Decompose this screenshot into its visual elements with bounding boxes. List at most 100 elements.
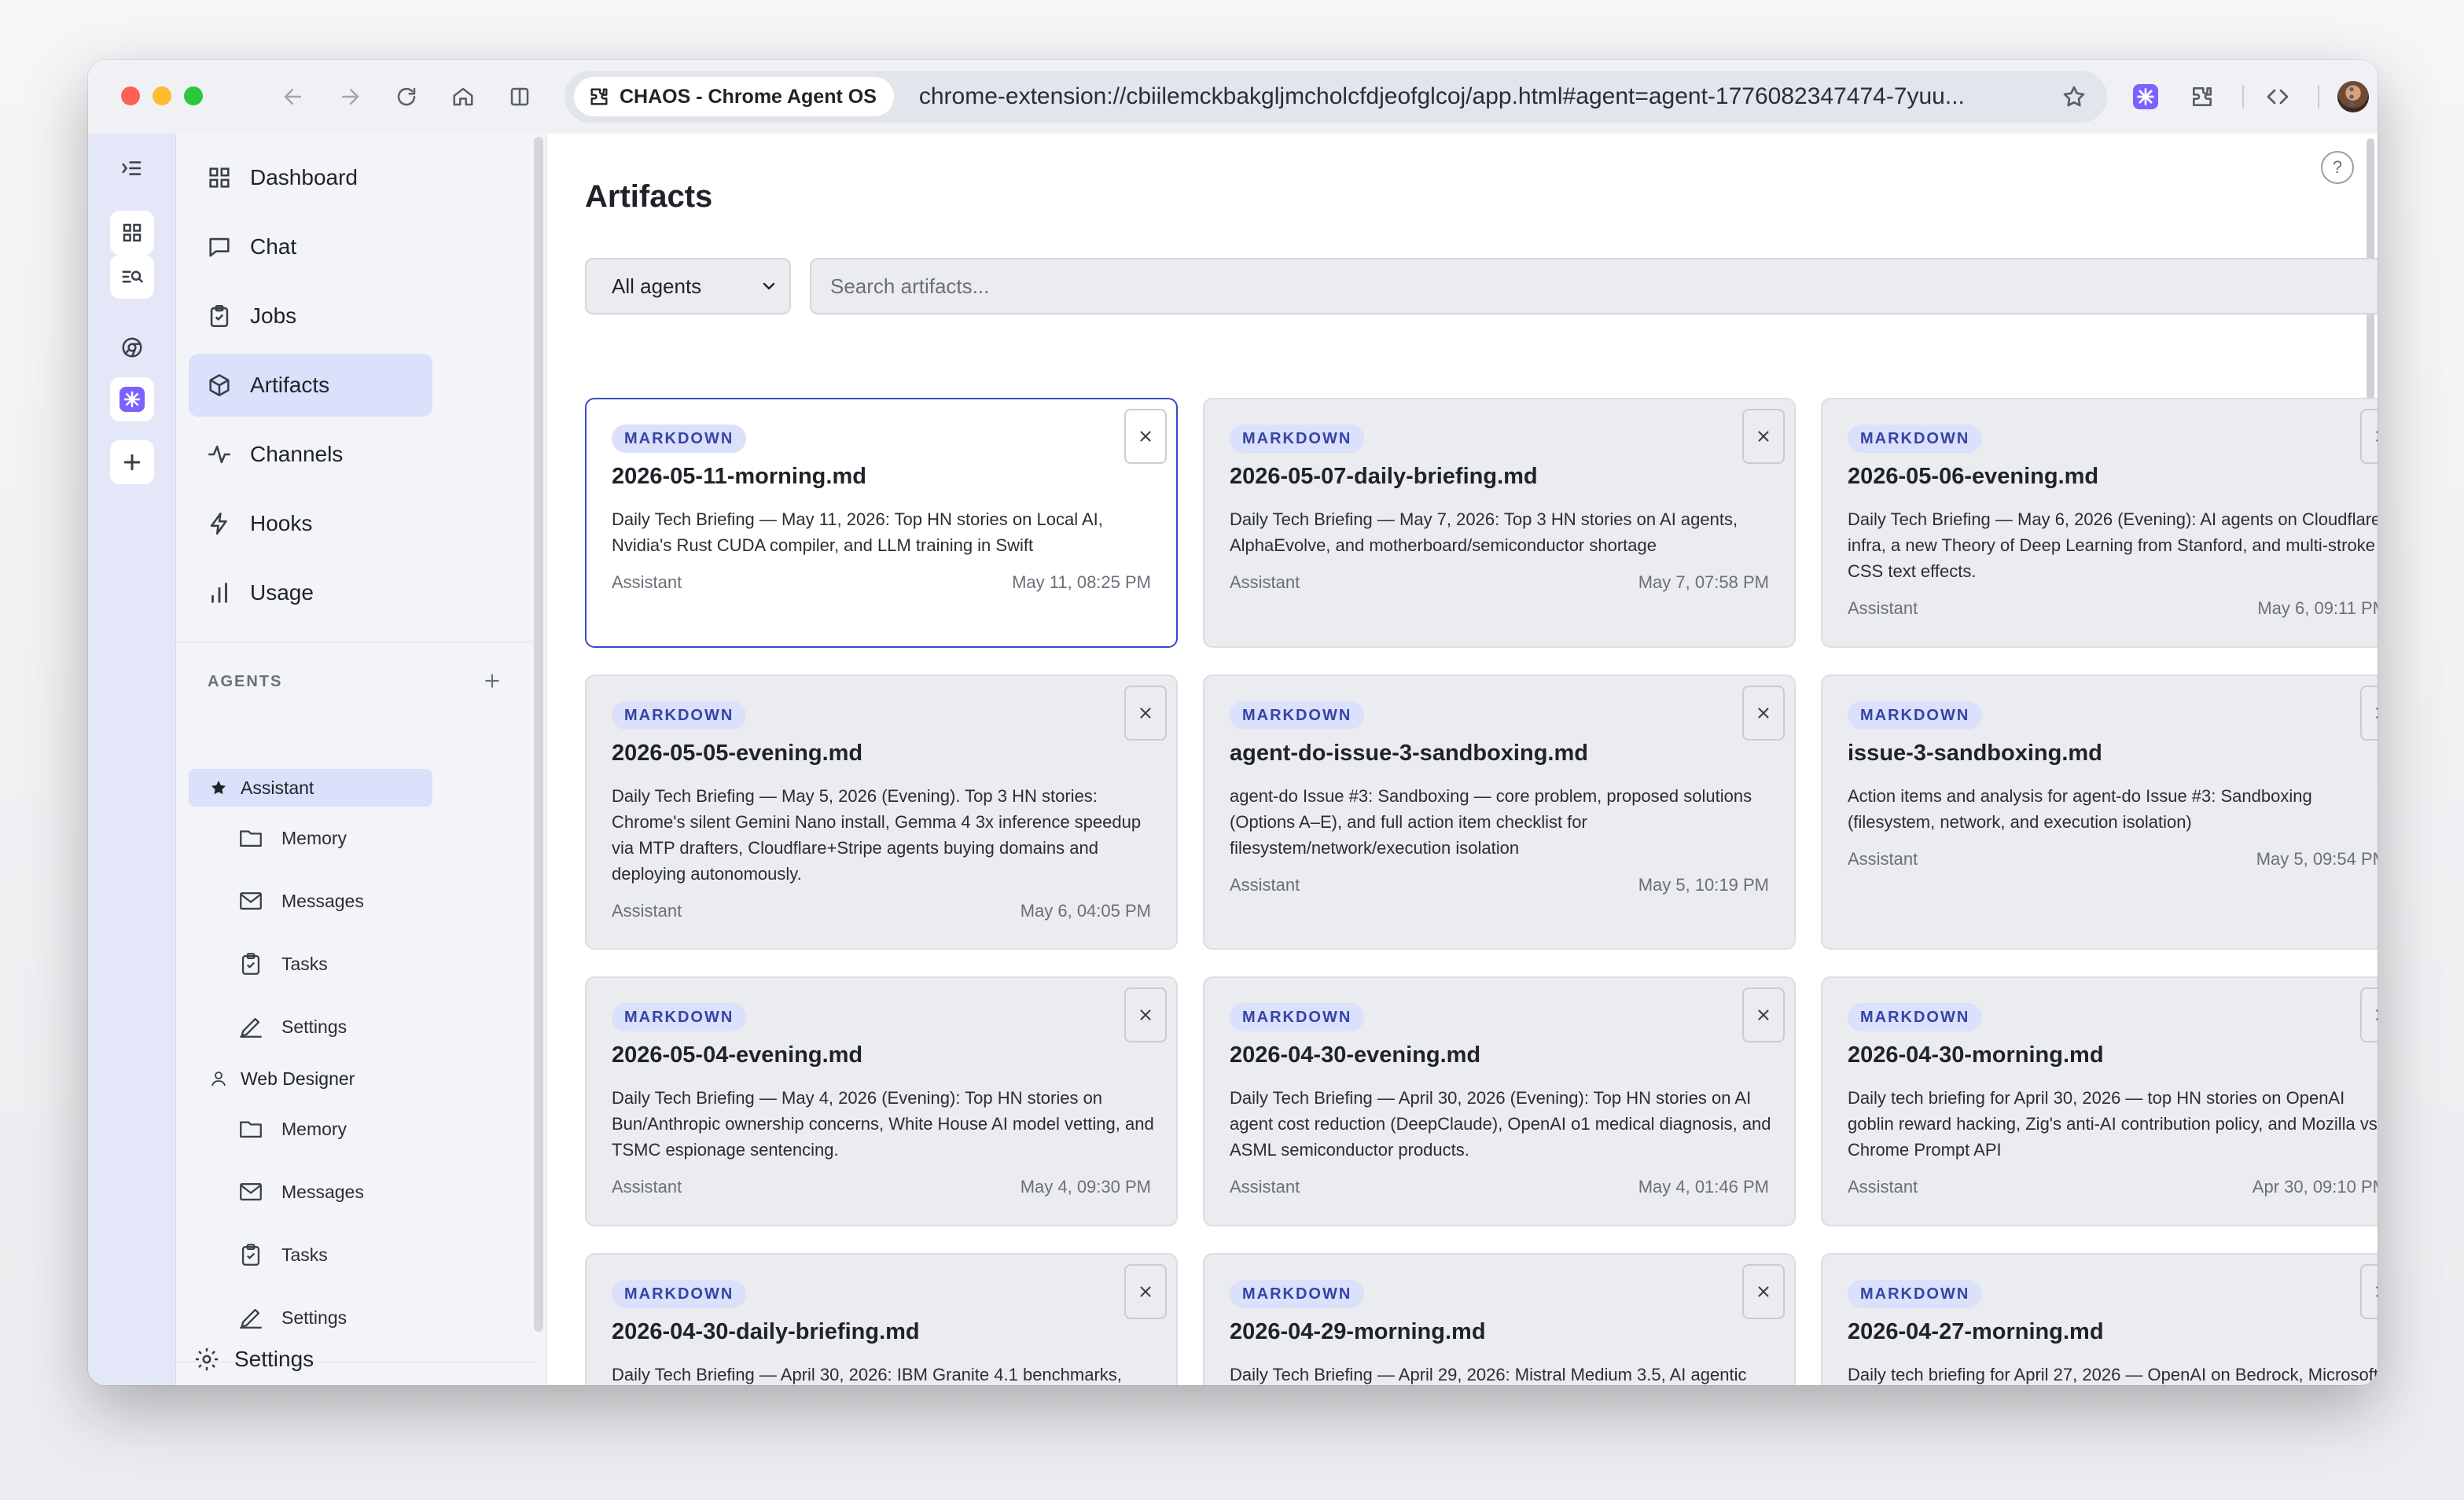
artifact-card[interactable]: MARKDOWN 2026-05-06-evening.md Daily Tech … [1821,398,2378,648]
sidebar-item-channels[interactable]: Channels [189,423,432,486]
agent-name: Web Designer [241,1068,355,1089]
assistant-tasks-item[interactable]: Tasks [237,943,442,984]
delete-artifact-button[interactable] [1124,987,1167,1042]
artifact-card[interactable]: MARKDOWN 2026-05-11-morning.md Daily Tech … [585,398,1178,648]
close-icon [1140,708,1151,719]
delete-artifact-button[interactable] [2360,987,2378,1042]
delete-artifact-button[interactable] [2360,409,2378,464]
reload-button[interactable] [388,79,425,115]
split-view-icon [510,87,529,106]
rail-chaos-button[interactable] [110,377,154,421]
rail-dashboard-button[interactable] [110,211,154,255]
artifact-card[interactable]: MARKDOWN issue-3-sandboxing.md Action item… [1821,675,2378,950]
web-designer-tasks-item[interactable]: Tasks [237,1234,442,1275]
artifact-description: Daily Tech Briefing — May 11, 2026: Top … [612,509,1103,555]
delete-artifact-button[interactable] [1742,987,1785,1042]
artifact-card[interactable]: MARKDOWN 2026-04-30-evening.md Daily Tech … [1203,976,1796,1226]
delete-artifact-button[interactable] [1742,1264,1785,1319]
artifact-card[interactable]: MARKDOWN 2026-05-04-evening.md Daily Tech … [585,976,1178,1226]
sidebar-item-dashboard[interactable]: Dashboard [189,146,432,209]
search-input[interactable] [810,258,2378,314]
forward-button[interactable] [332,79,368,115]
home-button[interactable] [445,79,481,115]
extensions-button[interactable] [2184,79,2220,115]
split-view-button[interactable] [502,79,538,115]
artifact-date: May 5, 09:54 PM [2256,849,2378,869]
close-icon [2376,708,2378,719]
sidebar-item-hooks[interactable]: Hooks [189,492,432,555]
sidebar-item-chat[interactable]: Chat [189,215,432,278]
site-info-chip[interactable]: CHAOS - Chrome Agent OS [574,77,894,116]
artifact-card[interactable]: MARKDOWN agent-do-issue-3-sandboxing.md ag… [1203,675,1796,950]
sidebar-item-jobs[interactable]: Jobs [189,285,432,347]
clipboard-icon [241,953,260,975]
agent-filter-select[interactable]: All agents [585,258,791,314]
artifact-card[interactable]: MARKDOWN 2026-05-05-evening.md Daily Tech … [585,675,1178,950]
sidebar-item-label: Chat [250,234,297,259]
devtools-button[interactable] [2260,79,2296,115]
minimize-window-button[interactable] [153,86,171,105]
close-window-button[interactable] [121,86,140,105]
artifact-card[interactable]: MARKDOWN 2026-05-07-daily-briefing.md Dail… [1203,398,1796,648]
web-designer-settings-item[interactable]: Settings [237,1297,442,1338]
web-designer-messages-item[interactable]: Messages [237,1171,442,1212]
artifact-type-badge: MARKDOWN [612,425,747,453]
artifact-description: Daily Tech Briefing — May 7, 2026: Top 3… [1230,509,1738,555]
bookmark-star-icon[interactable] [2061,84,2087,109]
sidebar-item-artifacts[interactable]: Artifacts [189,354,432,417]
bar-chart-icon [211,583,227,603]
sidebar-item-usage[interactable]: Usage [189,561,432,624]
collapse-sidebar-button[interactable] [110,146,154,190]
artifact-meta: Assistant May 7, 07:58 PM [1230,572,1769,593]
artifact-type-badge: MARKDOWN [1230,425,1365,453]
help-button[interactable]: ? [2321,151,2354,184]
delete-artifact-button[interactable] [1742,409,1785,464]
plus-icon [123,454,141,471]
artifact-agent: Assistant [612,901,682,921]
artifact-card[interactable]: MARKDOWN 2026-04-27-morning.md Daily tech … [1821,1253,2378,1385]
browser-menu-button[interactable] [2333,79,2370,115]
assistant-messages-item[interactable]: Messages [237,881,442,921]
delete-artifact-button[interactable] [1124,686,1167,741]
assistant-memory-item[interactable]: Memory [237,818,442,858]
agent-item-web-designer[interactable]: Web Designer [189,1060,432,1097]
artifact-date: May 5, 10:19 PM [1638,875,1769,895]
sidebar-scrollbar[interactable] [534,137,543,1332]
sub-item-label: Memory [281,1118,348,1139]
delete-artifact-button[interactable] [1742,686,1785,741]
add-agent-button[interactable] [480,668,505,693]
zoom-window-button[interactable] [184,86,203,105]
sidebar-settings-button[interactable]: Settings [186,1335,421,1384]
artifact-type-badge: MARKDOWN [1848,1280,1983,1308]
main-content: ? Artifacts All agents MARKDOWN 2026-05-1… [547,134,2378,1385]
delete-artifact-button[interactable] [1124,1264,1167,1319]
artifact-meta: Assistant May 5, 09:54 PM [1848,849,2378,869]
delete-artifact-button[interactable] [1124,409,1167,464]
web-designer-memory-item[interactable]: Memory [237,1108,442,1149]
rail-chrome-button[interactable] [110,325,154,369]
artifact-meta: Assistant Apr 30, 09:10 PM [1848,1177,2378,1197]
back-button[interactable] [275,79,311,115]
bolt-icon [210,512,227,535]
artifact-description: Daily tech briefing for April 30, 2026 —… [1848,1088,2378,1160]
rail-add-button[interactable] [110,440,154,484]
chaos-extension-button[interactable] [2127,79,2164,115]
delete-artifact-button[interactable] [2360,686,2378,741]
address-bar[interactable]: CHAOS - Chrome Agent OS chrome-extension… [565,71,2107,123]
artifact-date: May 11, 08:25 PM [1012,572,1151,592]
agent-item-assistant[interactable]: Assistant [189,769,432,807]
artifact-card[interactable]: MARKDOWN 2026-04-30-morning.md Daily tech … [1821,976,2378,1226]
assistant-settings-item[interactable]: Settings [237,1006,442,1047]
rail-search-button[interactable] [110,255,154,299]
artifact-title: 2026-05-04-evening.md [612,1042,863,1068]
artifact-card[interactable]: MARKDOWN 2026-04-30-daily-briefing.md Dail… [585,1253,1178,1385]
mail-icon [240,1182,262,1201]
mail-icon [240,892,262,910]
artifact-description: Daily Tech Briefing — April 30, 2026: IB… [612,1365,1122,1384]
url-text[interactable]: chrome-extension://cbiilemckbakgljmcholc… [919,83,1973,110]
user-icon [211,1072,226,1086]
delete-artifact-button[interactable] [2360,1264,2378,1319]
sidebar-item-label: Hooks [250,511,313,535]
agent-name: Assistant [241,777,314,798]
artifact-card[interactable]: MARKDOWN 2026-04-29-morning.md Daily Tech … [1203,1253,1796,1385]
